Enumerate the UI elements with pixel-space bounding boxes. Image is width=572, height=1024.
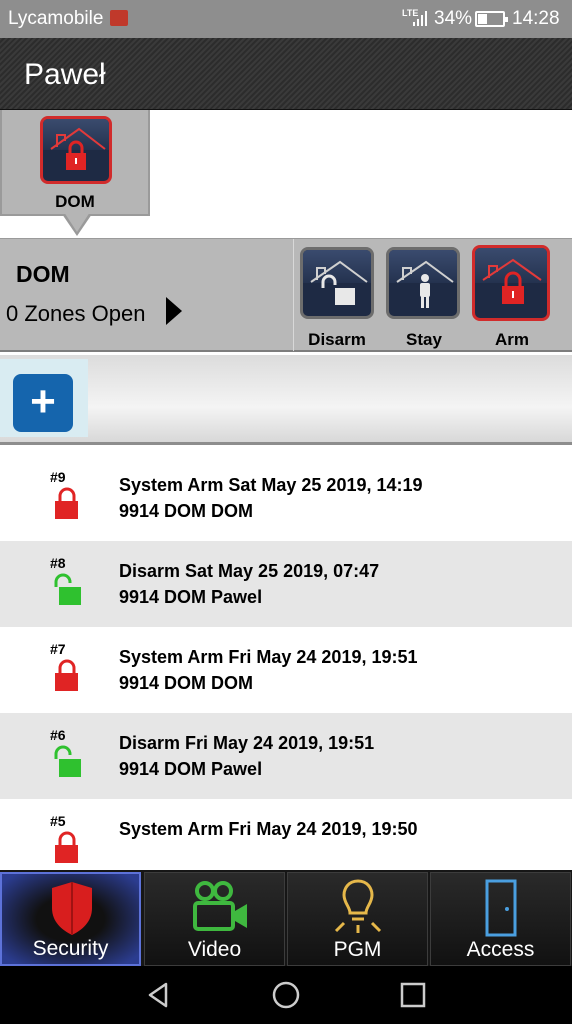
back-icon[interactable] xyxy=(144,980,174,1010)
app-header: Paweł xyxy=(0,38,572,110)
nav-access-label: Access xyxy=(466,938,535,961)
event-details: 9914 DOM Pawel xyxy=(119,759,263,779)
house-armed-icon xyxy=(40,116,112,184)
nav-security-label: Security xyxy=(32,937,109,960)
zones-open-link[interactable]: 0 Zones Open xyxy=(6,301,145,327)
stay-button[interactable] xyxy=(386,247,460,319)
recents-icon[interactable] xyxy=(398,980,428,1010)
sim-icon xyxy=(110,10,128,26)
event-description: Disarm Fri May 24 2019, 19:51 xyxy=(119,733,375,753)
nav-access[interactable]: Access xyxy=(430,872,571,966)
event-row[interactable]: #7 System Arm Fri May 24 2019, 19:51 9914 … xyxy=(0,627,572,713)
nav-video[interactable]: Video xyxy=(144,872,285,966)
event-row[interactable]: #6 Disarm Fri May 24 2019, 19:51 9914 DOM … xyxy=(0,713,572,799)
event-row[interactable]: #8 Disarm Sat May 25 2019, 07:47 9914 DOM … xyxy=(0,541,572,627)
partition-tab-label: DOM xyxy=(55,192,95,211)
nav-video-label: Video xyxy=(187,938,242,961)
partition-name: DOM xyxy=(16,261,70,287)
home-icon[interactable] xyxy=(271,980,301,1010)
house-locked-icon xyxy=(482,258,542,304)
nav-pgm-label: PGM xyxy=(333,938,382,961)
partition-tab-dom[interactable]: DOM xyxy=(0,110,150,236)
event-description: Disarm Sat May 25 2019, 07:47 xyxy=(119,561,380,581)
light-bulb-icon xyxy=(334,879,382,933)
event-number: #6 xyxy=(50,727,66,743)
system-navigation-bar xyxy=(0,966,572,1024)
event-description: System Arm Fri May 24 2019, 19:51 xyxy=(119,647,418,667)
event-details: 9914 DOM DOM xyxy=(119,501,254,521)
lock-closed-icon xyxy=(55,659,78,691)
lock-closed-icon xyxy=(55,831,78,863)
event-description: System Arm Fri May 24 2019, 19:50 xyxy=(119,819,418,839)
battery-percent: 34% xyxy=(434,8,473,29)
signal-icon xyxy=(413,11,427,26)
carrier-name: Lycamobile xyxy=(8,8,104,29)
nav-pgm[interactable]: PGM xyxy=(287,872,428,966)
house-unlocked-icon xyxy=(310,260,368,305)
event-list[interactable]: #9 System Arm Sat May 25 2019, 14:19 9914 … xyxy=(0,455,572,869)
lock-closed-icon xyxy=(55,487,78,519)
event-number: #7 xyxy=(50,641,66,657)
event-number: #8 xyxy=(50,555,66,571)
page-title: Paweł xyxy=(24,58,106,91)
clock: 14:28 xyxy=(512,8,560,29)
shield-icon xyxy=(52,882,92,935)
partition-status-panel: DOM 0 Zones Open Disarm Stay Arm xyxy=(0,238,572,352)
stay-label: Stay xyxy=(406,330,442,349)
arm-button[interactable] xyxy=(472,245,550,321)
lock-open-icon xyxy=(54,573,81,605)
event-row[interactable]: #5 System Arm Fri May 24 2019, 19:50 xyxy=(0,799,572,869)
battery-icon xyxy=(475,11,508,27)
chevron-right-icon[interactable] xyxy=(166,297,182,325)
lock-open-icon xyxy=(54,745,81,777)
tab-pointer xyxy=(62,212,92,236)
event-number: #9 xyxy=(50,469,66,485)
event-number: #5 xyxy=(50,813,66,829)
arm-label: Arm xyxy=(494,330,529,349)
disarm-button[interactable] xyxy=(300,247,374,319)
panel-divider xyxy=(293,239,294,351)
event-details: 9914 DOM Pawel xyxy=(119,587,263,607)
nav-security[interactable]: Security xyxy=(0,872,141,966)
video-camera-icon xyxy=(193,881,247,931)
bottom-navigation: Security Video PGM Access xyxy=(0,870,572,966)
partition-selector: DOM xyxy=(0,110,572,238)
add-button-container: + xyxy=(0,359,88,437)
event-description: System Arm Sat May 25 2019, 14:19 xyxy=(119,475,423,495)
door-icon xyxy=(485,879,517,937)
house-person-icon xyxy=(396,260,454,308)
disarm-label: Disarm xyxy=(308,330,366,349)
event-details: 9914 DOM DOM xyxy=(119,673,254,693)
add-button[interactable]: + xyxy=(13,374,73,432)
event-toolbar: + xyxy=(0,355,572,445)
status-bar: Lycamobile LTE 34% 14:28 xyxy=(0,0,572,38)
event-row[interactable]: #9 System Arm Sat May 25 2019, 14:19 9914 … xyxy=(0,455,572,541)
